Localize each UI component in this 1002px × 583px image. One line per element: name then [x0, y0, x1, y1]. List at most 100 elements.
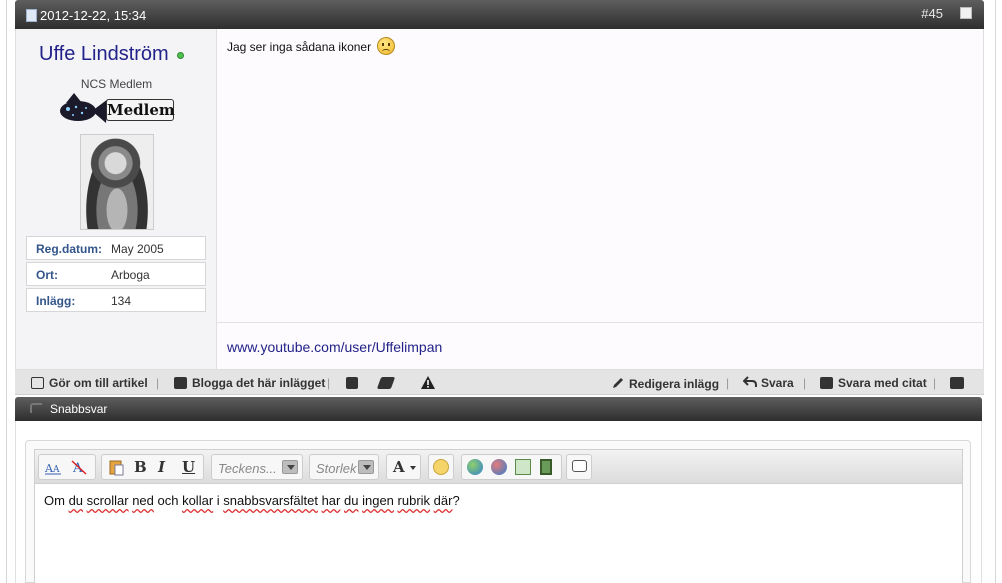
infraction-icon	[376, 377, 396, 389]
text-part: du	[344, 493, 359, 508]
blog-post-label: Blogga det här inlägget	[192, 376, 326, 390]
italic-button[interactable]: I	[158, 458, 165, 476]
text-part: rubrik	[397, 493, 431, 508]
font-select-value: Teckens...	[218, 461, 277, 476]
stat-value: 134	[111, 294, 132, 308]
format-button-group: AA A	[38, 454, 96, 480]
post-date: 2012-12-22, 15:34	[40, 8, 147, 23]
chevron-down-icon	[282, 460, 298, 474]
make-article-button[interactable]: Gör om till artikel	[31, 376, 148, 390]
infraction-button[interactable]	[376, 376, 398, 390]
text-part: snabbsvarsfältet	[223, 493, 318, 508]
insert-video-button[interactable]	[540, 459, 552, 475]
size-select-value: Storlek	[316, 461, 357, 476]
text-part: har	[321, 493, 341, 508]
divider: |	[156, 376, 160, 390]
quick-reply-textarea[interactable]: Om du scrollar ned och kollar i snabbsva…	[34, 483, 963, 583]
multiquote-button[interactable]	[950, 376, 969, 390]
quote-icon	[820, 377, 833, 389]
edit-icon	[613, 378, 623, 388]
text-part: där	[433, 493, 453, 508]
make-article-label: Gör om till artikel	[49, 376, 148, 390]
paste-button[interactable]	[106, 457, 126, 477]
post-header: 2012-12-22, 15:34 #45	[15, 0, 984, 29]
text-part: och	[153, 493, 183, 508]
avatar[interactable]	[80, 134, 154, 230]
stat-row-location: Ort: Arboga	[26, 262, 206, 286]
ip-icon	[346, 377, 358, 389]
bold-button[interactable]: B	[134, 458, 147, 476]
article-icon	[31, 377, 44, 389]
text-part: ?	[452, 493, 460, 508]
fish-icon	[60, 93, 108, 123]
smiley-icon	[433, 459, 449, 475]
insert-group	[461, 454, 562, 480]
quick-reply-header: Snabbsvar	[15, 397, 982, 421]
editor-text: Om du scrollar ned och kollar i snabbsva…	[44, 493, 460, 508]
editor-toolbar: AA A B I U Teckens... Storlek A	[34, 449, 963, 483]
online-icon	[177, 52, 184, 59]
insert-image-button[interactable]	[515, 459, 531, 475]
size-select[interactable]: Storlek	[309, 454, 379, 480]
collapse-icon[interactable]	[30, 403, 42, 413]
username-link[interactable]: Uffe Lindström	[39, 43, 169, 66]
text-part: ned	[132, 493, 154, 508]
post-body: Uffe Lindström NCS Medlem Medlem Reg.dat…	[15, 29, 984, 370]
stat-row-regdate: Reg.datum: May 2005	[26, 236, 206, 260]
blog-post-button[interactable]: Blogga det här inlägget	[174, 376, 325, 390]
document-icon	[26, 9, 37, 22]
stat-row-posts: Inlägg: 134	[26, 288, 206, 312]
insert-link-button[interactable]	[467, 459, 483, 475]
font-color-icon: A	[393, 458, 405, 476]
stat-label: Ort:	[36, 268, 58, 282]
signature-link[interactable]: www.youtube.com/user/Uffelimpan	[227, 339, 442, 355]
divider: |	[933, 376, 937, 390]
blog-icon	[174, 377, 187, 389]
divider: |	[726, 376, 730, 390]
post-action-bar: Gör om till artikel | Blogga det här inl…	[15, 370, 984, 395]
paste-icon	[109, 460, 124, 476]
quote-group	[566, 454, 592, 480]
quote-bubble-button[interactable]	[572, 460, 587, 472]
post-number-link[interactable]: #45	[921, 6, 943, 21]
remove-link-button[interactable]	[491, 459, 507, 475]
stat-label: Inlägg:	[36, 294, 76, 308]
text-part: Om	[44, 493, 69, 508]
reply-quote-label: Svara med citat	[838, 376, 927, 390]
chevron-down-icon	[410, 466, 416, 470]
stat-value: Arboga	[111, 268, 150, 282]
chevron-down-icon	[358, 460, 374, 474]
remove-formatting-button[interactable]: A	[69, 457, 89, 477]
user-info-panel: Uffe Lindström NCS Medlem Medlem Reg.dat…	[16, 29, 217, 369]
divider: |	[327, 376, 331, 390]
stat-label: Reg.datum:	[36, 242, 102, 256]
font-select[interactable]: Teckens...	[211, 454, 303, 480]
signature: www.youtube.com/user/Uffelimpan	[217, 322, 984, 369]
ip-button[interactable]	[346, 376, 363, 390]
editor-mode-icon: AA	[44, 462, 61, 475]
message-text: Jag ser inga sådana ikoner	[227, 40, 372, 54]
remove-format-icon: A	[71, 460, 87, 476]
switch-editor-mode-button[interactable]: AA	[43, 457, 63, 477]
font-color-button[interactable]: A	[386, 454, 421, 480]
smilies-button[interactable]	[428, 454, 454, 480]
edit-post-label: Redigera inlägg	[629, 377, 720, 391]
multiquote-icon	[950, 377, 964, 389]
user-title: NCS Medlem	[80, 77, 153, 91]
rank-badge: Medlem	[106, 99, 175, 121]
sad-smiley-icon	[377, 37, 396, 55]
stat-value: May 2005	[111, 242, 164, 256]
reply-quote-button[interactable]: Svara med citat	[820, 376, 927, 390]
reply-button[interactable]: Svara	[742, 376, 794, 390]
text-part: kollar	[182, 493, 214, 508]
report-button[interactable]	[421, 376, 435, 390]
select-post-checkbox[interactable]	[960, 7, 972, 19]
text-part: ingen	[362, 493, 394, 508]
edit-post-button[interactable]: Redigera inlägg	[611, 376, 719, 391]
text-part: du	[68, 493, 84, 508]
warning-icon	[421, 376, 435, 389]
underline-button[interactable]: U	[182, 458, 195, 476]
text-part: scrollar	[86, 493, 129, 508]
text-style-group: B I U	[101, 454, 204, 480]
rank-image: Medlem	[56, 91, 176, 131]
